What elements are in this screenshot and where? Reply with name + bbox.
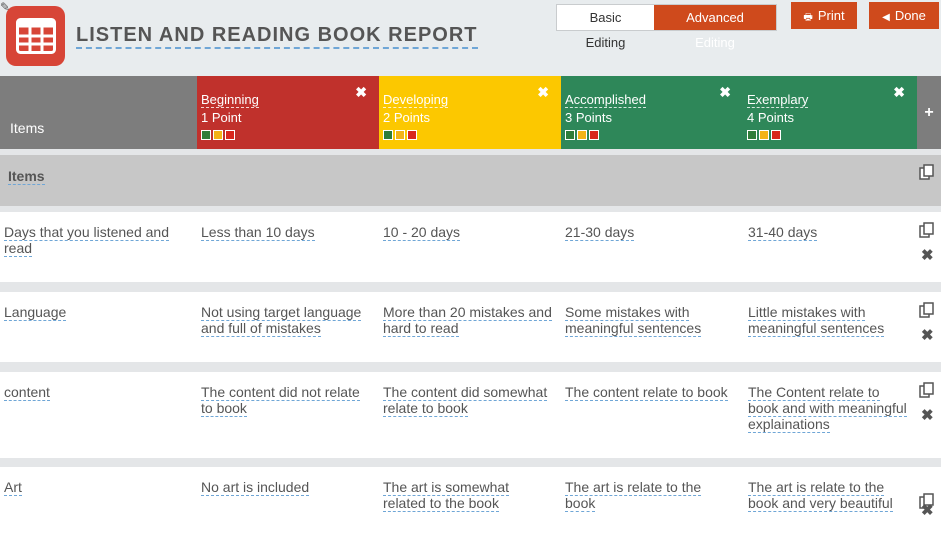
- color-picker: [383, 130, 417, 140]
- item-cell[interactable]: Days that you listened and read: [4, 224, 179, 257]
- close-icon[interactable]: ✖: [893, 85, 905, 99]
- level-cell[interactable]: 21-30 days: [565, 224, 735, 241]
- level-cell[interactable]: Some mistakes with meaningful sentences: [565, 304, 735, 337]
- level-header-beginning: Beginning 1 Point ✖: [197, 76, 379, 149]
- yellow-swatch[interactable]: [759, 130, 769, 140]
- basic-editing-button[interactable]: Basic Editing: [557, 5, 654, 50]
- color-picker: [201, 130, 235, 140]
- close-icon[interactable]: ✖: [719, 85, 731, 99]
- item-cell[interactable]: Language: [4, 304, 179, 321]
- red-swatch[interactable]: [407, 130, 417, 140]
- level-points[interactable]: 3 Points: [565, 110, 612, 125]
- copy-icon[interactable]: [919, 164, 935, 180]
- item-cell[interactable]: Art: [4, 479, 179, 496]
- chevron-left-icon: ◀: [882, 12, 890, 23]
- level-cell[interactable]: The Content relate to book and with mean…: [748, 384, 908, 433]
- row-divider: [0, 458, 941, 467]
- red-swatch[interactable]: [225, 130, 235, 140]
- green-swatch[interactable]: [201, 130, 211, 140]
- done-button[interactable]: ◀ Done: [869, 2, 939, 29]
- level-header-developing: Developing 2 Points ✖: [379, 76, 561, 149]
- section-row: Items: [0, 155, 941, 206]
- level-cell[interactable]: Not using target language and full of mi…: [201, 304, 371, 337]
- level-name[interactable]: Exemplary: [747, 92, 809, 108]
- level-header-exemplary: Exemplary 4 Points ✖: [743, 76, 917, 149]
- copy-icon[interactable]: [919, 222, 935, 238]
- table-row: Days that you listened and read Less tha…: [0, 212, 941, 282]
- advanced-editing-button[interactable]: Advanced Editing: [654, 5, 776, 50]
- rubric-editor: ✎ LISTEN AND READING BOOK REPORT Basic E…: [0, 0, 941, 534]
- level-cell[interactable]: More than 20 mistakes and hard to read: [383, 304, 553, 337]
- level-cell[interactable]: The art is relate to the book and very b…: [748, 479, 908, 512]
- level-points[interactable]: 1 Point: [201, 110, 241, 125]
- close-icon[interactable]: ✖: [921, 503, 934, 519]
- yellow-swatch[interactable]: [577, 130, 587, 140]
- level-name[interactable]: Developing: [383, 92, 449, 108]
- close-icon[interactable]: ✖: [921, 328, 934, 344]
- copy-icon[interactable]: [919, 302, 935, 318]
- row-divider: [0, 282, 941, 292]
- table-icon: [6, 6, 65, 66]
- print-icon: 🖶: [803, 12, 813, 23]
- level-cell[interactable]: Little mistakes with meaningful sentence…: [748, 304, 908, 337]
- table-row: content The content did not relate to bo…: [0, 372, 941, 458]
- section-title[interactable]: Items: [8, 168, 45, 185]
- level-cell[interactable]: 31-40 days: [748, 224, 908, 241]
- level-cell[interactable]: The content relate to book: [565, 384, 735, 401]
- items-column-header: Items: [0, 76, 197, 149]
- rubric-column-headers: Items Beginning 1 Point ✖ Developing 2 P…: [0, 76, 941, 149]
- close-icon[interactable]: ✖: [921, 248, 934, 264]
- level-cell[interactable]: Less than 10 days: [201, 224, 371, 241]
- header: ✎ LISTEN AND READING BOOK REPORT Basic E…: [0, 0, 941, 76]
- add-column-button[interactable]: +: [917, 76, 941, 149]
- color-picker: [747, 130, 781, 140]
- level-header-accomplished: Accomplished 3 Points ✖: [561, 76, 743, 149]
- level-cell[interactable]: 10 - 20 days: [383, 224, 553, 241]
- copy-icon[interactable]: [919, 382, 935, 398]
- red-swatch[interactable]: [589, 130, 599, 140]
- level-cell[interactable]: The art is somewhat related to the book: [383, 479, 553, 512]
- yellow-swatch[interactable]: [213, 130, 223, 140]
- red-swatch[interactable]: [771, 130, 781, 140]
- level-name[interactable]: Beginning: [201, 92, 259, 108]
- close-icon[interactable]: ✖: [921, 408, 934, 424]
- level-cell[interactable]: The art is relate to the book: [565, 479, 735, 512]
- yellow-swatch[interactable]: [395, 130, 405, 140]
- level-points[interactable]: 4 Points: [747, 110, 794, 125]
- print-button[interactable]: 🖶 Print: [791, 2, 857, 29]
- level-points[interactable]: 2 Points: [383, 110, 430, 125]
- level-cell[interactable]: The content did not relate to book: [201, 384, 371, 417]
- green-swatch[interactable]: [747, 130, 757, 140]
- close-icon[interactable]: ✖: [537, 85, 549, 99]
- item-cell[interactable]: content: [4, 384, 179, 401]
- row-divider: [0, 362, 941, 372]
- table-row: Language Not using target language and f…: [0, 292, 941, 362]
- editing-mode-toggle: Basic Editing Advanced Editing: [556, 4, 777, 50]
- level-cell[interactable]: The content did somewhat relate to book: [383, 384, 553, 417]
- page-title[interactable]: LISTEN AND READING BOOK REPORT: [76, 24, 478, 49]
- level-cell[interactable]: No art is included: [201, 479, 371, 496]
- table-row: Art No art is included The art is somewh…: [0, 467, 941, 534]
- level-name[interactable]: Accomplished: [565, 92, 646, 108]
- close-icon[interactable]: ✖: [355, 85, 367, 99]
- color-picker: [565, 130, 599, 140]
- green-swatch[interactable]: [565, 130, 575, 140]
- green-swatch[interactable]: [383, 130, 393, 140]
